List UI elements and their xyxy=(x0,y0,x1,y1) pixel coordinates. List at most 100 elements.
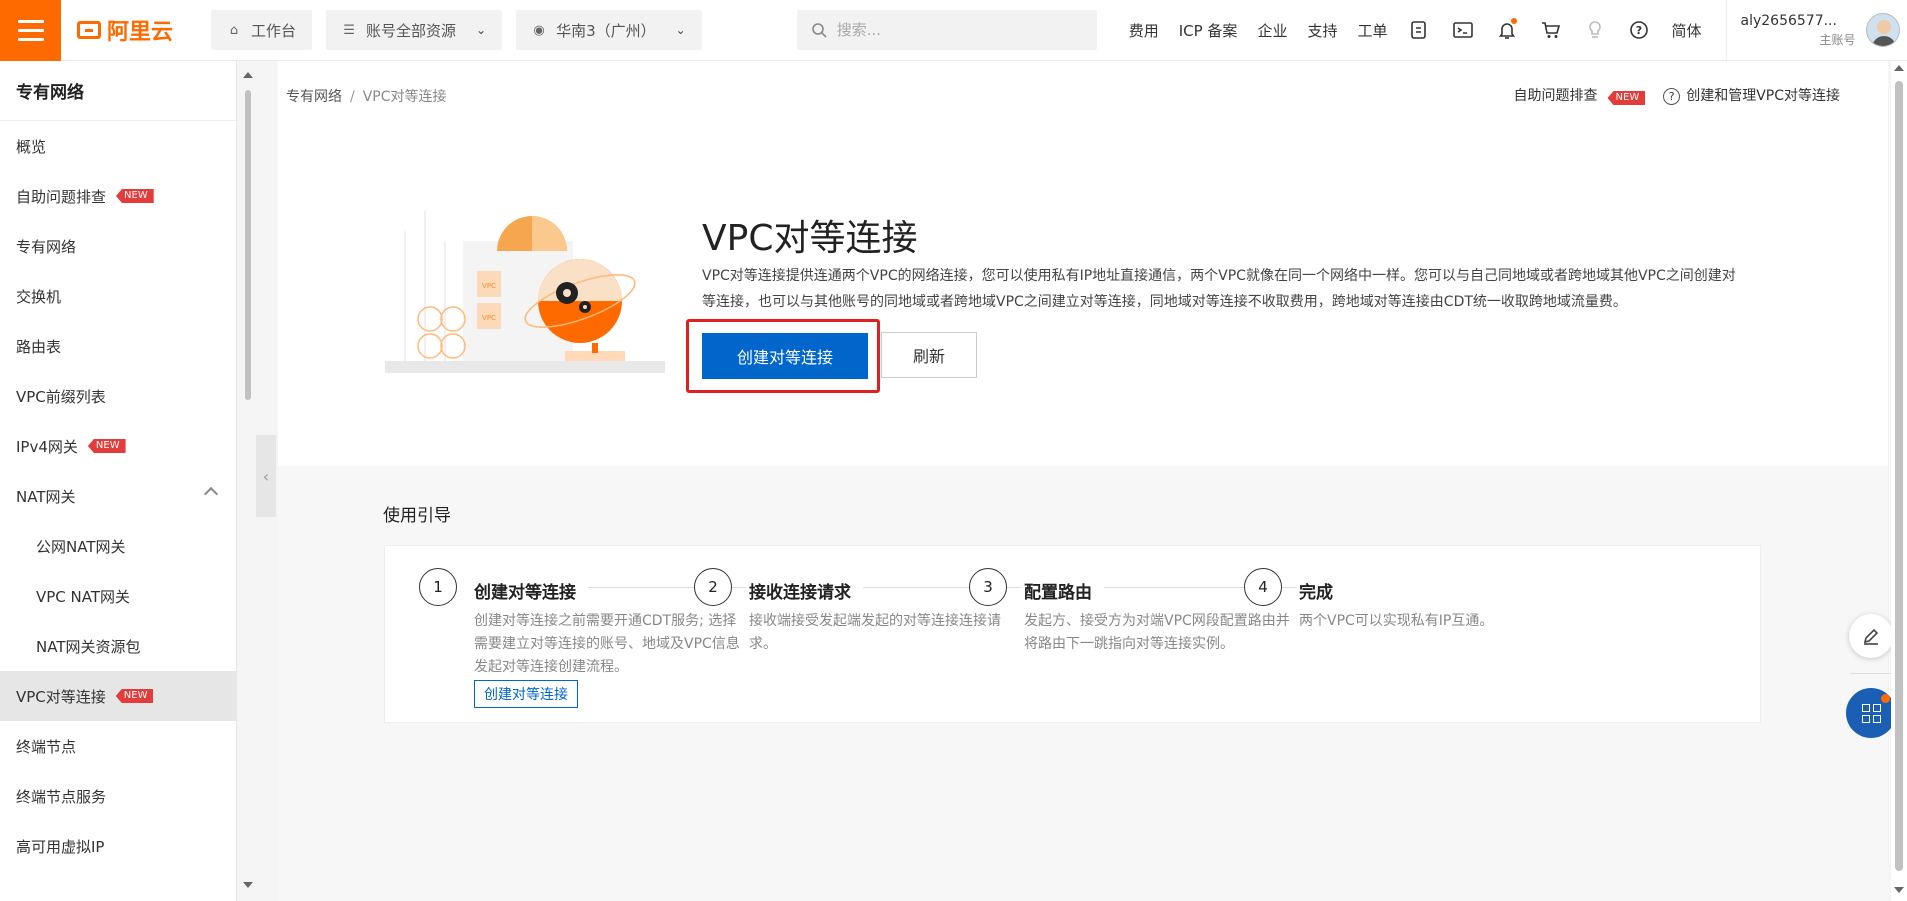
language-switch[interactable]: 简体 xyxy=(1661,20,1711,41)
sidebar-item[interactable]: NAT网关 xyxy=(0,471,236,521)
search-input[interactable] xyxy=(836,21,1077,39)
aliyun-logo[interactable]: 阿里云 xyxy=(77,14,197,46)
question-circle-icon: ? xyxy=(1663,88,1681,105)
menu-icon[interactable] xyxy=(0,0,61,61)
sidebar-item[interactable]: 高可用虚拟IP xyxy=(0,821,236,871)
step-description: 两个VPC可以实现私有IP互通。 xyxy=(1299,613,1494,629)
scroll-down-icon[interactable] xyxy=(243,882,253,888)
nav-link-support[interactable]: 支持 xyxy=(1297,20,1347,41)
sidebar-item-label: VPC对等连接 xyxy=(16,687,106,706)
sidebar-item-label: VPC NAT网关 xyxy=(36,587,131,606)
sidebar-item[interactable]: VPC NAT网关 xyxy=(0,571,236,621)
refresh-button[interactable]: 刷新 xyxy=(881,332,977,378)
lightbulb-icon[interactable] xyxy=(1573,10,1617,50)
chevron-down-icon: ⌄ xyxy=(675,23,686,37)
page-scroll-thumb[interactable] xyxy=(1895,81,1903,871)
step-title: 接收连接请求 xyxy=(749,578,863,603)
help-doc-link[interactable]: ? 创建和管理VPC对等连接 xyxy=(1663,85,1840,105)
sidebar-item-label: 专有网络 xyxy=(16,237,77,256)
sidebar-item[interactable]: 终端节点 xyxy=(0,721,236,771)
document-icon[interactable] xyxy=(1397,10,1441,50)
sidebar-item-label: 终端节点服务 xyxy=(16,787,107,806)
sidebar-item[interactable]: 概览 xyxy=(0,121,236,171)
step-title: 完成 xyxy=(1299,578,1345,603)
sidebar-item[interactable]: 公网NAT网关 xyxy=(0,521,236,571)
breadcrumb-current: VPC对等连接 xyxy=(362,89,447,105)
workbench-button[interactable]: ⌂ 工作台 xyxy=(211,10,313,50)
sidebar-item[interactable]: 路由表 xyxy=(0,321,236,371)
region-selector[interactable]: ◉ 华南3（广州） ⌄ xyxy=(516,10,702,50)
app-grid-button[interactable] xyxy=(1846,688,1896,738)
scroll-up-icon[interactable] xyxy=(243,72,253,78)
troubleshoot-label: 自助问题排查 xyxy=(1513,88,1598,104)
sidebar-item-label: 自助问题排查 xyxy=(16,187,107,206)
notification-bell-icon[interactable] xyxy=(1485,10,1529,50)
breadcrumb: 专有网络 / VPC对等连接 xyxy=(286,86,447,106)
nav-link-ticket[interactable]: 工单 xyxy=(1347,20,1397,41)
step-title: 配置路由 xyxy=(1024,578,1104,603)
main-content: 专有网络 / VPC对等连接 自助问题排查 NEW ? 创建和管理VPC对等连接 VPC… xyxy=(278,61,1888,901)
floating-divider xyxy=(1850,673,1892,674)
step-number: 3 xyxy=(969,568,1007,606)
top-nav-links: 费用 ICP 备案 企业 支持 工单 xyxy=(1119,20,1398,41)
resource-label: 账号全部资源 xyxy=(366,21,457,40)
sidebar-item[interactable]: VPC对等连接 NEW xyxy=(0,671,236,721)
step-number: 1 xyxy=(419,568,457,606)
account-menu[interactable]: aly2656577... 主账号 xyxy=(1725,0,1856,61)
logo-mark-icon xyxy=(77,21,101,39)
breadcrumb-parent[interactable]: 专有网络 xyxy=(286,89,342,105)
terminal-icon[interactable] xyxy=(1441,10,1485,50)
step-create-peering-link[interactable]: 创建对等连接 xyxy=(474,680,578,708)
top-bar: 阿里云 ⌂ 工作台 ☰ 账号全部资源 ⌄ ◉ 华南3（广州） ⌄ 费用 ICP … xyxy=(0,0,1907,61)
svg-text:?: ? xyxy=(1636,24,1642,37)
breadcrumb-separator: / xyxy=(350,89,355,105)
nav-link-billing[interactable]: 费用 xyxy=(1119,20,1169,41)
illustration-vpc-label-2: VPC xyxy=(482,314,496,322)
step-description: 接收端接受发起端发起的对等连接连接请求。 xyxy=(749,613,1001,652)
sidebar-item[interactable]: NAT网关资源包 xyxy=(0,621,236,671)
guide-card: 1 创建对等连接 创建对等连接之前需要开通CDT服务; 选择需要建立对等连接的账… xyxy=(384,545,1761,723)
sidebar-item-label: NAT网关资源包 xyxy=(36,637,141,656)
scroll-down-icon[interactable] xyxy=(1894,887,1904,893)
sidebar-item-label: IPv4网关 xyxy=(16,437,78,456)
sidebar-collapse-button[interactable]: ‹ xyxy=(256,435,276,517)
sidebar-item[interactable]: VPC前缀列表 xyxy=(0,371,236,421)
account-name: aly2656577... xyxy=(1740,12,1837,29)
troubleshoot-link[interactable]: 自助问题排查 NEW xyxy=(1514,85,1646,105)
nav-link-enterprise[interactable]: 企业 xyxy=(1247,20,1297,41)
help-icon[interactable]: ? xyxy=(1617,10,1661,50)
sidebar-scrollbar[interactable] xyxy=(243,72,253,892)
scroll-up-icon[interactable] xyxy=(1894,65,1904,71)
page-scrollbar[interactable] xyxy=(1891,61,1907,901)
sidebar-item-label: 高可用虚拟IP xyxy=(16,837,105,856)
nav-link-icp[interactable]: ICP 备案 xyxy=(1169,20,1248,41)
chevron-up-icon[interactable] xyxy=(203,486,219,502)
new-badge: NEW xyxy=(1607,91,1646,105)
step-number: 2 xyxy=(694,568,732,606)
page-title: VPC对等连接 xyxy=(702,218,918,259)
cart-icon[interactable] xyxy=(1529,10,1573,50)
sidebar-item-label: 终端节点 xyxy=(16,737,77,756)
search-box[interactable] xyxy=(796,10,1097,50)
sidebar-item[interactable]: 自助问题排查 NEW xyxy=(0,171,236,221)
sidebar-item-label: 公网NAT网关 xyxy=(36,537,126,556)
sidebar-item-label: 交换机 xyxy=(16,287,62,306)
sidebar-item-label: 概览 xyxy=(16,137,47,156)
illustration-vpc-label-1: VPC xyxy=(482,282,496,290)
create-peering-button[interactable]: 创建对等连接 xyxy=(702,333,868,379)
sidebar-item[interactable]: 专有网络 xyxy=(0,221,236,271)
sidebar-item-label: VPC前缀列表 xyxy=(16,387,106,406)
step-description: 创建对等连接之前需要开通CDT服务; 选择需要建立对等连接的账号、地域及VPC信… xyxy=(474,613,740,675)
sidebar-scroll-thumb[interactable] xyxy=(245,90,251,400)
feedback-edit-button[interactable] xyxy=(1849,614,1893,658)
page-description: VPC对等连接提供连通两个VPC的网络连接，您可以使用私有IP地址直接通信，两个… xyxy=(702,268,1736,310)
notification-dot xyxy=(1511,18,1518,24)
home-icon: ⌂ xyxy=(229,22,239,38)
avatar[interactable] xyxy=(1865,13,1900,47)
resource-selector[interactable]: ☰ 账号全部资源 ⌄ xyxy=(326,10,503,50)
sidebar-item[interactable]: IPv4网关 NEW xyxy=(0,421,236,471)
sidebar-item[interactable]: 终端节点服务 xyxy=(0,771,236,821)
sidebar: 专有网络 概览 自助问题排查 NEW 专有网络 交换机 路由表 VPC前缀列表 IPv4网关 N… xyxy=(0,61,237,901)
sidebar-item[interactable]: 交换机 xyxy=(0,271,236,321)
stack-icon: ☰ xyxy=(343,22,355,38)
